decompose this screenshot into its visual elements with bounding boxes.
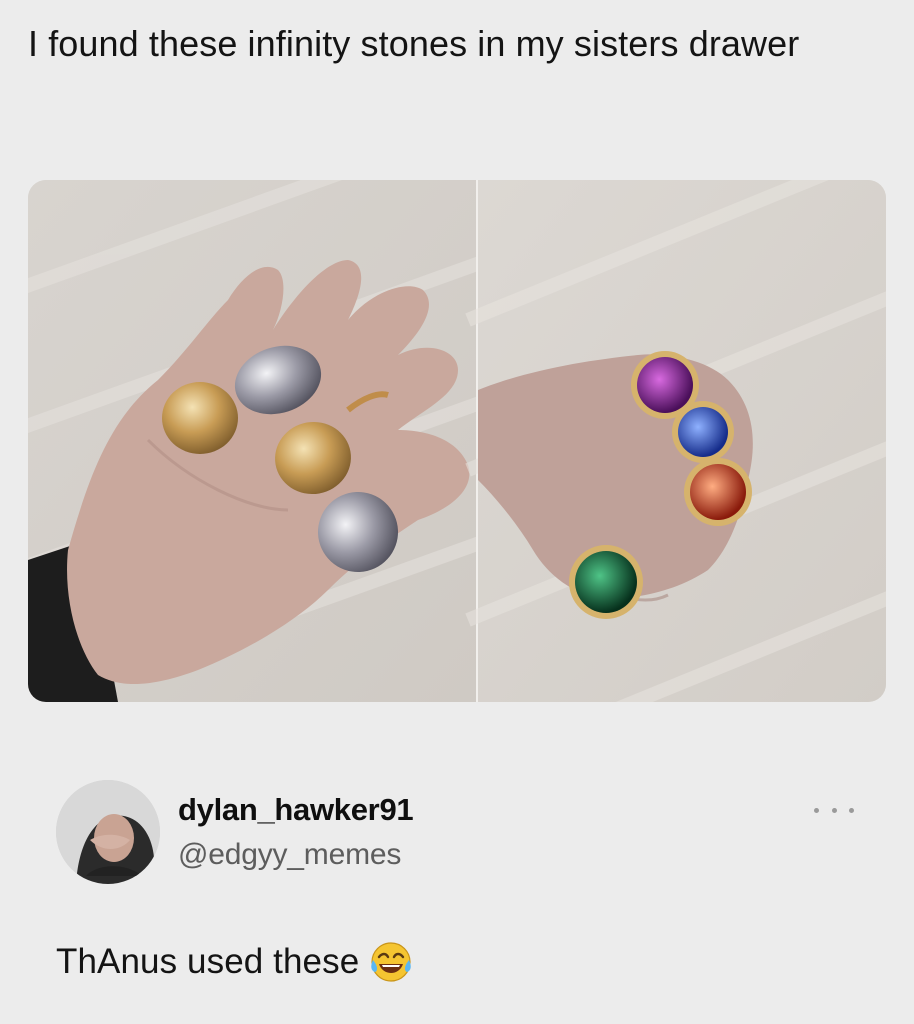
dot: [831, 807, 837, 813]
dot: [849, 807, 854, 813]
rings-photo: [28, 180, 886, 702]
ellipsis-icon[interactable]: [814, 800, 854, 820]
reply-display-name[interactable]: dylan_hawker91: [178, 792, 414, 828]
face-with-tears-of-joy-icon: [369, 940, 413, 984]
reply-text-row: ThAnus used these: [56, 940, 413, 984]
reply-header: dylan_hawker91 @edgyy_memes: [56, 780, 856, 890]
dot: [814, 807, 819, 813]
avatar-image: [56, 780, 160, 884]
post-text: I found these infinity stones in my sist…: [28, 23, 800, 64]
avatar[interactable]: [56, 780, 160, 884]
reply-text: ThAnus used these: [56, 942, 360, 981]
reply-handle[interactable]: @edgyy_memes: [178, 838, 401, 872]
post-photo[interactable]: [28, 180, 886, 702]
